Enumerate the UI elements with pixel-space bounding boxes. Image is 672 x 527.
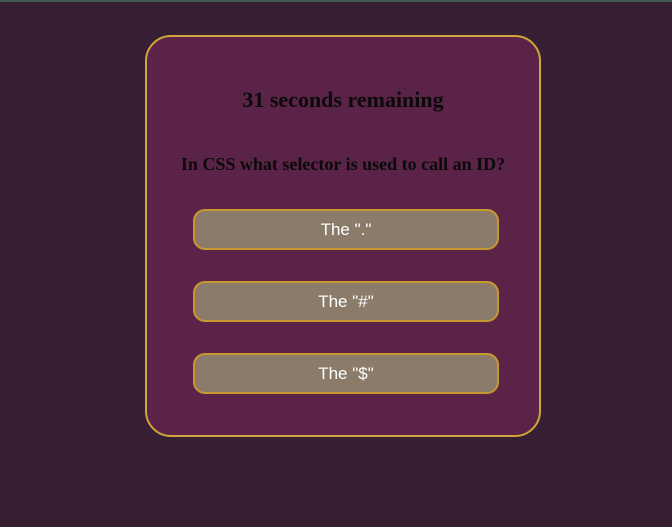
answer-button-3[interactable]: The "$" [193, 353, 499, 394]
question-text: In CSS what selector is used to call an … [180, 154, 506, 174]
answer-button-2[interactable]: The "#" [193, 281, 499, 322]
answer-button-1[interactable]: The "." [193, 209, 499, 250]
top-divider-line [0, 0, 672, 2]
timer-text: 31 seconds remaining [242, 87, 444, 112]
quiz-card: 31 seconds remaining In CSS what selecto… [145, 35, 541, 437]
